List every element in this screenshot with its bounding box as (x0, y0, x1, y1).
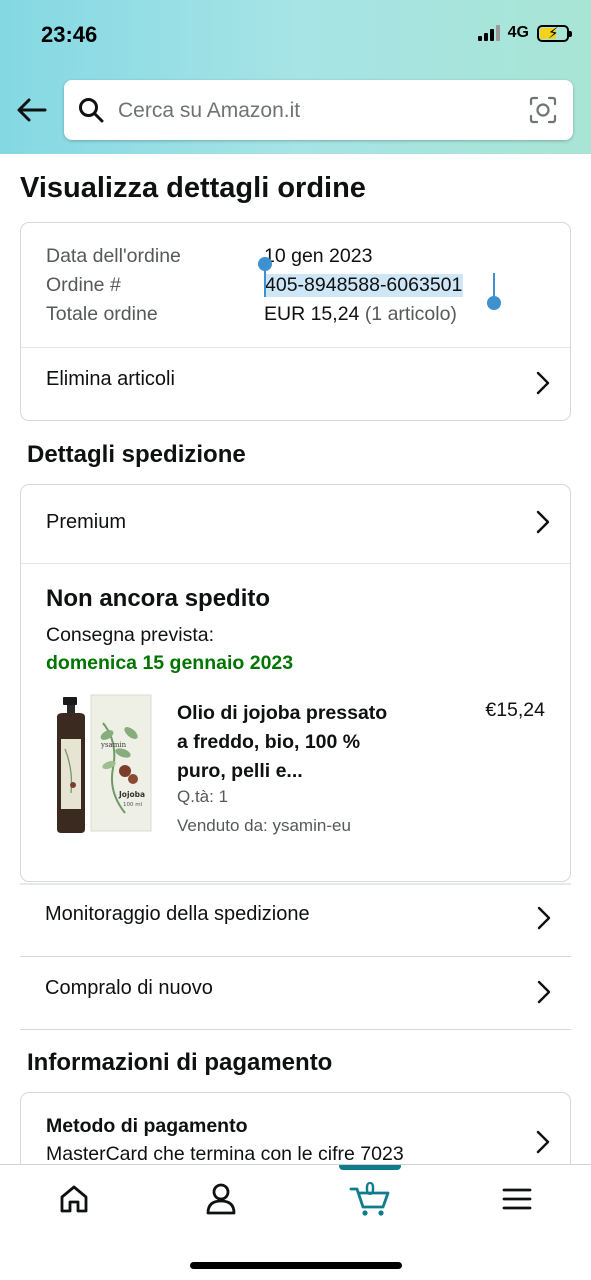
home-indicator[interactable] (190, 1262, 402, 1269)
order-number-value[interactable]: 405-8948588-6063501 (264, 274, 464, 297)
product-title-line3: puro, pelli e... (177, 760, 303, 782)
back-arrow-icon[interactable] (14, 92, 50, 128)
search-input[interactable]: Cerca su Amazon.it (118, 99, 300, 123)
delete-items-row[interactable]: Elimina articoli (21, 347, 570, 419)
divider (21, 563, 570, 564)
delivery-label: Consegna prevista: (46, 624, 215, 646)
order-total-label: Totale ordine (46, 303, 158, 325)
tracking-label: Monitoraggio della spedizione (45, 903, 310, 925)
divider (20, 1029, 571, 1030)
chevron-right-icon (537, 980, 551, 1004)
shipping-section-title: Dettagli spedizione (27, 441, 246, 468)
shipping-card: Premium Non ancora spedito Consegna prev… (20, 484, 571, 882)
chevron-right-icon (537, 906, 551, 930)
chevron-right-icon (536, 1130, 550, 1154)
chevron-right-icon (536, 510, 550, 534)
camera-scan-icon[interactable] (529, 96, 557, 124)
status-time: 23:46 (41, 22, 98, 47)
payment-method-title: Metodo di pagamento (46, 1115, 248, 1137)
image-product-text: Jojoba (118, 790, 145, 799)
product-title-line1: Olio di jojoba pressato (177, 702, 388, 724)
battery-icon: ⚡ (537, 24, 572, 42)
chevron-right-icon (536, 371, 550, 395)
network-type: 4G (507, 24, 529, 41)
order-total-amount: EUR 15,24 (264, 303, 360, 325)
delivery-date: domenica 15 gennaio 2023 (46, 652, 294, 674)
shipping-method-label: Premium (46, 511, 127, 533)
cart-count-badge: 0 (365, 1179, 376, 1199)
selection-end-handle[interactable] (487, 296, 501, 310)
selection-start-bar (264, 263, 266, 297)
shipping-method-row[interactable]: Premium (21, 485, 570, 557)
menu-icon[interactable] (499, 1181, 535, 1217)
delete-items-label: Elimina articoli (46, 368, 175, 390)
search-bar[interactable]: Cerca su Amazon.it (64, 80, 573, 140)
page-title: Visualizza dettagli ordine (20, 172, 366, 204)
product-quantity: Q.tà: 1 (177, 787, 229, 806)
home-icon[interactable] (56, 1181, 92, 1217)
product-price: €15,24 (485, 699, 545, 721)
payment-section-title: Informazioni di pagamento (27, 1049, 333, 1076)
buy-again-label: Compralo di nuovo (45, 977, 213, 999)
active-tab-indicator (339, 1165, 401, 1170)
order-item-count: (1 articolo) (364, 303, 457, 325)
order-date-label: Data dell'ordine (46, 245, 181, 267)
product-image[interactable]: ysamin Jojoba 100 ml (47, 693, 153, 835)
product-seller: Venduto da: ysamin-eu (177, 816, 351, 835)
order-total-value: EUR 15,24 (1 articolo) (264, 303, 457, 326)
signal-icon (477, 25, 500, 41)
payment-method-value: MasterCard che termina con le cifre 7023 (46, 1143, 404, 1165)
header-bar: 23:46 4G ⚡ Cerca su Amazon.it (0, 0, 591, 154)
buy-again-row[interactable]: Compralo di nuovo (20, 956, 571, 1028)
tracking-row[interactable]: Monitoraggio della spedizione (20, 882, 571, 954)
search-icon (79, 98, 104, 123)
order-date-value: 10 gen 2023 (264, 245, 373, 267)
order-number-label: Ordine # (46, 274, 121, 296)
status-icons: 4G ⚡ (477, 24, 572, 42)
product-title-line2: a freddo, bio, 100 % (177, 731, 361, 753)
order-summary-card: Data dell'ordine 10 gen 2023 Ordine # 40… (20, 222, 571, 421)
image-volume-text: 100 ml (123, 802, 143, 808)
image-brand-text: ysamin (100, 741, 127, 749)
account-icon[interactable] (203, 1181, 239, 1217)
product-title[interactable]: Olio di jojoba pressato a freddo, bio, 1… (177, 699, 387, 786)
shipment-status-title: Non ancora spedito (46, 585, 271, 612)
